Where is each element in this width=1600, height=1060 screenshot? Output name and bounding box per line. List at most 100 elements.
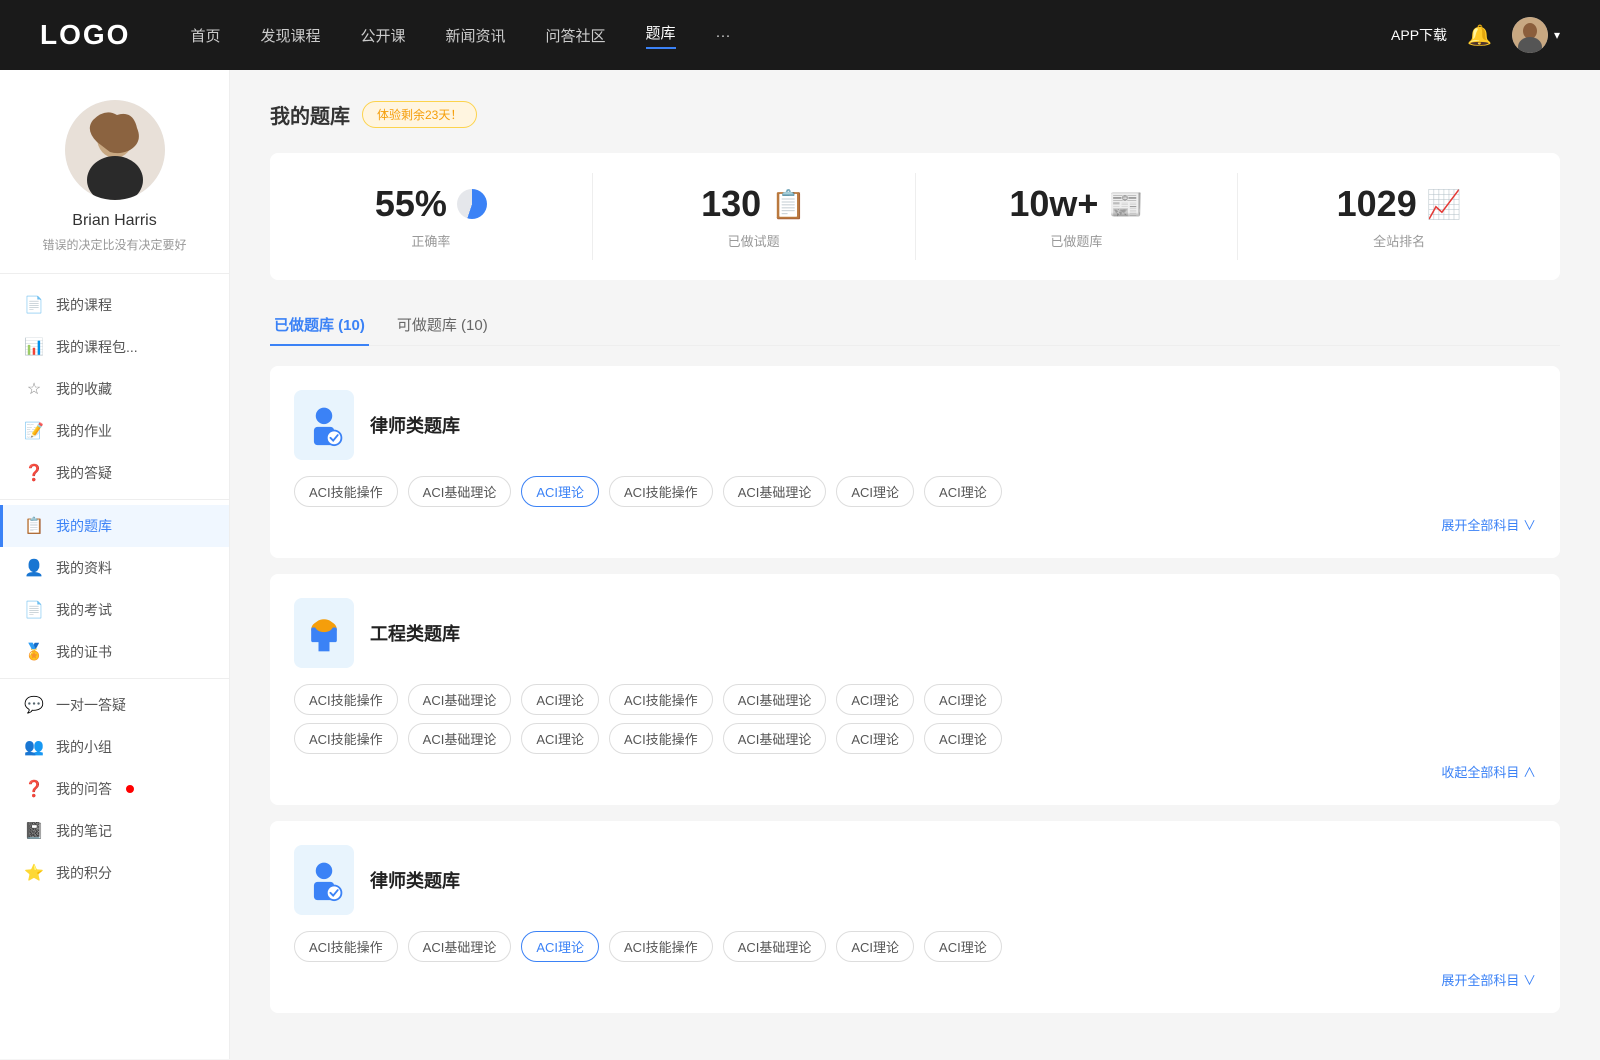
tag-2-2-2[interactable]: ACI基础理论: [408, 723, 512, 754]
sidebar-item-qbank[interactable]: 📋 我的题库: [0, 505, 229, 547]
qa-icon: ❓: [24, 463, 44, 483]
tab-done[interactable]: 已做题库 (10): [270, 304, 369, 345]
sidebar-item-exam[interactable]: 📄 我的考试: [0, 589, 229, 631]
stat-accuracy-label: 正确率: [411, 231, 450, 250]
tag-2-1-4[interactable]: ACI技能操作: [609, 684, 713, 715]
tag-3-2[interactable]: ACI基础理论: [408, 931, 512, 962]
tag-3-6[interactable]: ACI理论: [836, 931, 914, 962]
qbank-card-1-title: 律师类题库: [370, 412, 460, 438]
profile-avatar: [65, 100, 165, 200]
tag-2-1-1[interactable]: ACI技能操作: [294, 684, 398, 715]
sidebar-item-packages[interactable]: 📊 我的课程包...: [0, 326, 229, 368]
qbank-card-3-icon: [294, 845, 354, 915]
tag-1-4[interactable]: ACI技能操作: [609, 476, 713, 507]
sidebar-item-favorites[interactable]: ☆ 我的收藏: [0, 368, 229, 410]
sidebar-item-group-label: 我的小组: [56, 737, 112, 757]
sidebar-item-courses[interactable]: 📄 我的课程: [0, 284, 229, 326]
tab-todo[interactable]: 可做题库 (10): [393, 304, 492, 345]
accuracy-pie-icon: [457, 189, 487, 219]
sidebar-item-homework[interactable]: 📝 我的作业: [0, 410, 229, 452]
tag-2-1-5[interactable]: ACI基础理论: [723, 684, 827, 715]
app-download-button[interactable]: APP下载: [1391, 25, 1447, 45]
sidebar-item-notes-label: 我的笔记: [56, 821, 112, 841]
qbank-card-1-icon: [294, 390, 354, 460]
sidebar-item-myqa[interactable]: ❓ 我的问答: [0, 768, 229, 810]
tag-2-1-3[interactable]: ACI理论: [521, 684, 599, 715]
qbank-card-2-tags-row2: ACI技能操作 ACI基础理论 ACI理论 ACI技能操作 ACI基础理论 AC…: [294, 723, 1536, 754]
stat-rank-label: 全站排名: [1373, 231, 1425, 250]
stat-done-questions: 130 📋 已做试题: [593, 173, 916, 260]
sidebar-item-points-label: 我的积分: [56, 863, 112, 883]
tag-2-2-3[interactable]: ACI理论: [521, 723, 599, 754]
sidebar-item-1on1[interactable]: 💬 一对一答疑: [0, 684, 229, 726]
notes-icon: 📓: [24, 821, 44, 841]
sidebar-item-cert-label: 我的证书: [56, 642, 112, 662]
tag-2-2-1[interactable]: ACI技能操作: [294, 723, 398, 754]
profile-section: Brian Harris 错误的决定比没有决定要好: [0, 100, 229, 274]
qbank-card-2: 工程类题库 ACI技能操作 ACI基础理论 ACI理论 ACI技能操作 ACI基…: [270, 574, 1560, 805]
tag-2-1-2[interactable]: ACI基础理论: [408, 684, 512, 715]
tag-3-4[interactable]: ACI技能操作: [609, 931, 713, 962]
tag-2-2-7[interactable]: ACI理论: [924, 723, 1002, 754]
stat-rank: 1029 📈 全站排名: [1238, 173, 1560, 260]
tag-3-3[interactable]: ACI理论: [521, 931, 599, 962]
sidebar-item-profile[interactable]: 👤 我的资料: [0, 547, 229, 589]
sidebar-item-qa-label: 我的答疑: [56, 463, 112, 483]
stats-bar: 55% 正确率 130 📋 已做试题 10w+ 📰 已做题库: [270, 153, 1560, 280]
profile-icon: 👤: [24, 558, 44, 578]
tag-2-2-5[interactable]: ACI基础理论: [723, 723, 827, 754]
packages-icon: 📊: [24, 337, 44, 357]
nav-more[interactable]: ···: [716, 27, 731, 44]
expand-card-1[interactable]: 展开全部科目 ∨: [294, 515, 1536, 534]
tag-2-1-7[interactable]: ACI理论: [924, 684, 1002, 715]
nav-qa[interactable]: 问答社区: [546, 25, 606, 46]
profile-motto: 错误的决定比没有决定要好: [20, 236, 209, 253]
sidebar-item-profile-label: 我的资料: [56, 558, 112, 578]
header-right: APP下载 🔔 ▾: [1391, 17, 1560, 53]
tag-2-2-6[interactable]: ACI理论: [836, 723, 914, 754]
nav-news[interactable]: 新闻资讯: [446, 25, 506, 46]
qbank-card-1-tags: ACI技能操作 ACI基础理论 ACI理论 ACI技能操作 ACI基础理论 AC…: [294, 476, 1536, 507]
tag-1-2[interactable]: ACI基础理论: [408, 476, 512, 507]
qbank-card-1: 律师类题库 ACI技能操作 ACI基础理论 ACI理论 ACI技能操作 ACI基…: [270, 366, 1560, 558]
tag-2-1-6[interactable]: ACI理论: [836, 684, 914, 715]
tag-3-1[interactable]: ACI技能操作: [294, 931, 398, 962]
tag-1-7[interactable]: ACI理论: [924, 476, 1002, 507]
expand-card-3[interactable]: 展开全部科目 ∨: [294, 970, 1536, 989]
profile-name: Brian Harris: [20, 212, 209, 230]
tag-1-6[interactable]: ACI理论: [836, 476, 914, 507]
notification-bell-icon[interactable]: 🔔: [1467, 23, 1492, 48]
avatar: [1512, 17, 1548, 53]
tag-2-2-4[interactable]: ACI技能操作: [609, 723, 713, 754]
main-layout: Brian Harris 错误的决定比没有决定要好 📄 我的课程 📊 我的课程包…: [0, 70, 1600, 1059]
myqa-icon: ❓: [24, 779, 44, 799]
tag-3-5[interactable]: ACI基础理论: [723, 931, 827, 962]
nav-opencourse[interactable]: 公开课: [360, 25, 405, 46]
sidebar-item-packages-label: 我的课程包...: [56, 337, 138, 357]
sidebar-item-group[interactable]: 👥 我的小组: [0, 726, 229, 768]
sidebar-item-cert[interactable]: 🏅 我的证书: [0, 631, 229, 673]
tag-1-5[interactable]: ACI基础理论: [723, 476, 827, 507]
qbank-card-2-header: 工程类题库: [294, 598, 1536, 668]
nav-qbank[interactable]: 题库: [646, 22, 676, 49]
sidebar-item-points[interactable]: ⭐ 我的积分: [0, 852, 229, 894]
tag-3-7[interactable]: ACI理论: [924, 931, 1002, 962]
sidebar-item-qa[interactable]: ❓ 我的答疑: [0, 452, 229, 494]
collapse-card-2[interactable]: 收起全部科目 ∧: [294, 762, 1536, 781]
sidebar-item-notes[interactable]: 📓 我的笔记: [0, 810, 229, 852]
tag-1-3[interactable]: ACI理论: [521, 476, 599, 507]
tag-1-1[interactable]: ACI技能操作: [294, 476, 398, 507]
favorites-icon: ☆: [24, 379, 44, 399]
stat-rank-value: 1029: [1337, 183, 1417, 225]
stat-accuracy: 55% 正确率: [270, 173, 593, 260]
sidebar-menu: 📄 我的课程 📊 我的课程包... ☆ 我的收藏 📝 我的作业 ❓ 我的答疑 �: [0, 284, 229, 894]
menu-separator-1: [0, 499, 229, 500]
stat-done-banks: 10w+ 📰 已做题库: [916, 173, 1239, 260]
bank-tabs: 已做题库 (10) 可做题库 (10): [270, 304, 1560, 346]
nav-discover[interactable]: 发现课程: [260, 25, 320, 46]
user-avatar-wrap[interactable]: ▾: [1512, 17, 1560, 53]
chevron-down-icon: ▾: [1554, 28, 1560, 42]
sidebar-item-homework-label: 我的作业: [56, 421, 112, 441]
nav-home[interactable]: 首页: [190, 25, 220, 46]
exam-icon: 📄: [24, 600, 44, 620]
